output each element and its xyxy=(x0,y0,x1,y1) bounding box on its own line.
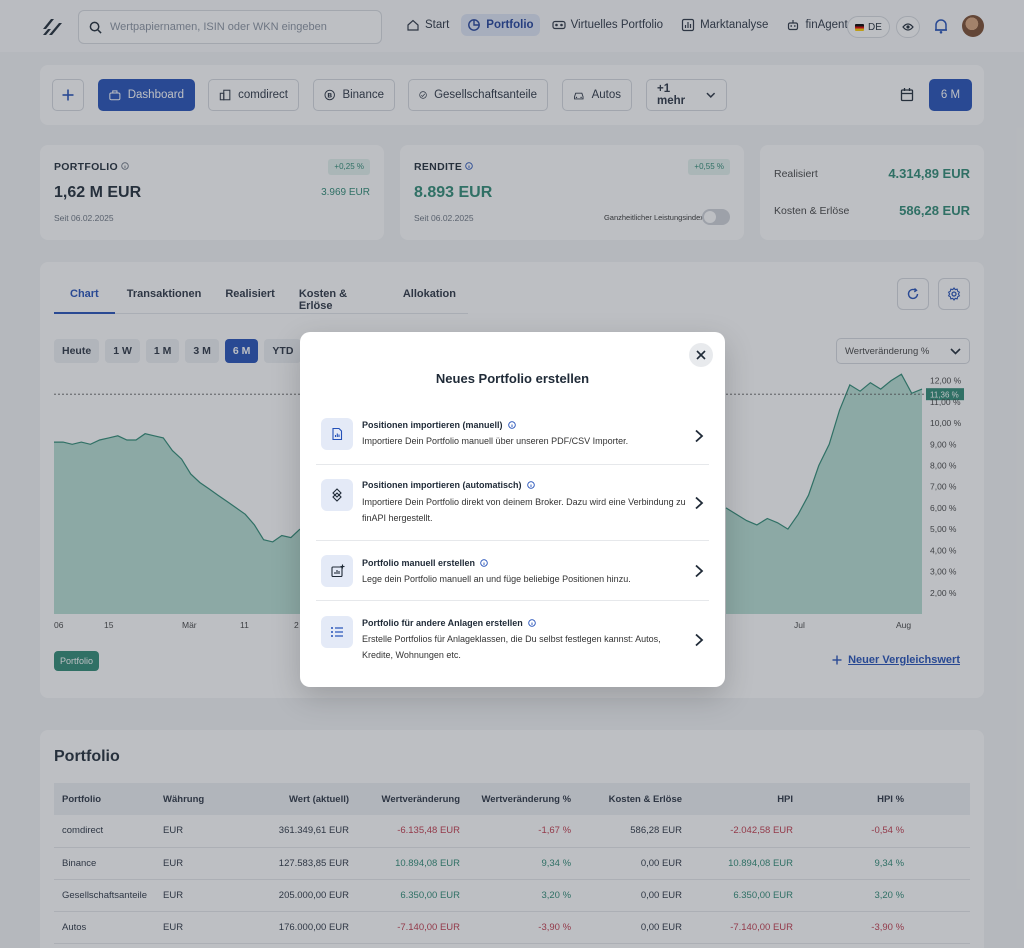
option-import-auto-desc: Importiere Dein Portfolio direkt von dei… xyxy=(362,497,686,523)
option-other-assets-desc: Erstelle Portfolios für Anlageklassen, d… xyxy=(362,634,661,660)
modal-title: Neues Portfolio erstellen xyxy=(435,371,590,386)
chevron-right-icon xyxy=(695,564,704,578)
option-import-manual-title: Positionen importieren (manuell) xyxy=(362,420,516,430)
close-icon xyxy=(696,350,706,360)
option-import-auto[interactable]: Positionen importieren (automatisch) Imp… xyxy=(316,465,709,541)
info-icon[interactable] xyxy=(507,421,516,429)
option-import-auto-title: Positionen importieren (automatisch) xyxy=(362,480,535,490)
sync-icon xyxy=(321,479,353,511)
option-other-assets[interactable]: Portfolio für andere Anlagen erstellen E… xyxy=(316,601,709,671)
option-other-assets-title: Portfolio für andere Anlagen erstellen xyxy=(362,618,536,628)
file-chart-icon xyxy=(321,418,353,450)
add-chart-icon xyxy=(321,555,353,587)
option-create-manual-title: Portfolio manuell erstellen xyxy=(362,558,488,568)
option-create-manual-desc: Lege dein Portfolio manuell an und füge … xyxy=(362,574,631,584)
chevron-right-icon xyxy=(695,633,704,647)
option-import-manual[interactable]: Positionen importieren (manuell) Importi… xyxy=(316,409,709,465)
new-portfolio-modal: Neues Portfolio erstellen Positionen imp… xyxy=(300,332,725,687)
info-icon[interactable] xyxy=(480,559,488,567)
close-modal-button[interactable] xyxy=(689,343,713,367)
info-icon[interactable] xyxy=(526,481,535,489)
chevron-right-icon xyxy=(695,429,704,443)
chevron-right-icon xyxy=(695,496,704,510)
option-create-manual[interactable]: Portfolio manuell erstellen Lege dein Po… xyxy=(316,541,709,601)
option-import-manual-desc: Importiere Dein Portfolio manuell über u… xyxy=(362,436,629,446)
info-icon[interactable] xyxy=(527,619,536,627)
list-icon xyxy=(321,616,353,648)
